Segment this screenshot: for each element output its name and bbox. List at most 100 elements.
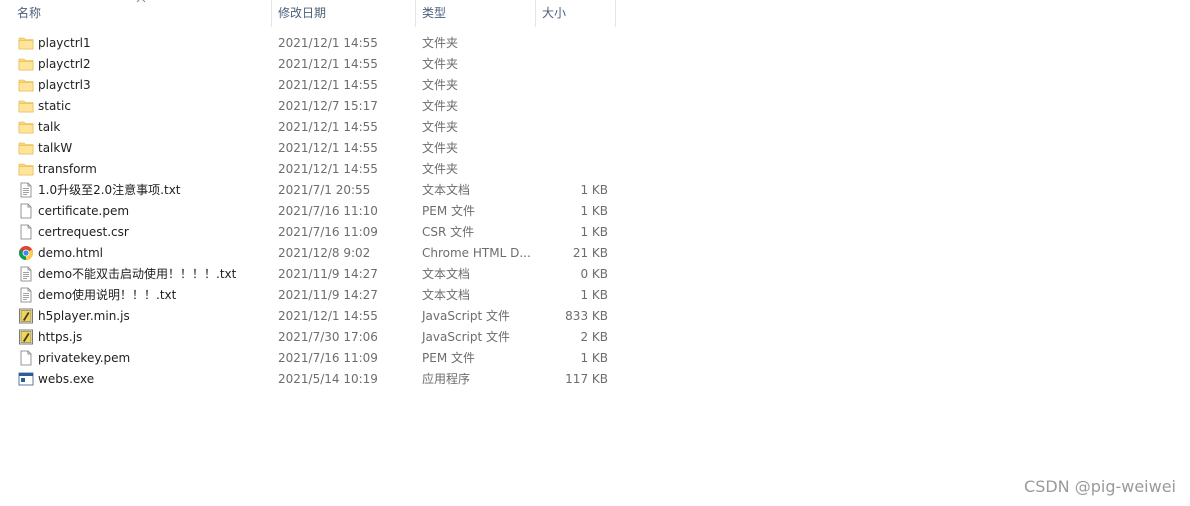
- file-type: 文件夹: [422, 120, 459, 134]
- file-type: JavaScript 文件: [422, 309, 510, 323]
- file-name: talk: [38, 120, 61, 134]
- file-date-modified: 2021/12/7 15:17: [278, 99, 378, 113]
- file-row[interactable]: static 2021/12/7 15:17 文件夹: [0, 96, 616, 117]
- file-size: 1 KB: [580, 351, 608, 365]
- file-name: webs.exe: [38, 372, 95, 386]
- column-header-type[interactable]: 类型: [422, 0, 446, 27]
- file-row[interactable]: playctrl1 2021/12/1 14:55 文件夹: [0, 33, 616, 54]
- file-row[interactable]: webs.exe 2021/5/14 10:19 应用程序 117 KB: [0, 369, 616, 390]
- file-row[interactable]: transform 2021/12/1 14:55 文件夹: [0, 159, 616, 180]
- file-size: 2 KB: [580, 330, 608, 344]
- file-date-modified: 2021/7/1 20:55: [278, 183, 371, 197]
- file-date-modified: 2021/11/9 14:27: [278, 288, 378, 302]
- file-date-modified: 2021/12/1 14:55: [278, 162, 378, 176]
- folder-icon: [18, 35, 34, 51]
- file-size: 21 KB: [572, 246, 608, 260]
- file-size: 1 KB: [580, 183, 608, 197]
- file-row[interactable]: playctrl3 2021/12/1 14:55 文件夹: [0, 75, 616, 96]
- file-date-modified: 2021/11/9 14:27: [278, 267, 378, 281]
- file-date-modified: 2021/12/1 14:55: [278, 36, 378, 50]
- column-divider[interactable]: [415, 0, 416, 27]
- file-row[interactable]: playctrl2 2021/12/1 14:55 文件夹: [0, 54, 616, 75]
- column-divider[interactable]: [271, 0, 272, 27]
- file-size: 1 KB: [580, 204, 608, 218]
- blank-file-icon: [18, 350, 34, 366]
- file-type: JavaScript 文件: [422, 330, 510, 344]
- folder-icon: [18, 161, 34, 177]
- folder-icon: [18, 98, 34, 114]
- file-name: playctrl2: [38, 57, 91, 71]
- text-file-icon: [18, 287, 34, 303]
- file-date-modified: 2021/7/16 11:10: [278, 204, 378, 218]
- file-row[interactable]: https.js 2021/7/30 17:06 JavaScript 文件 2 KB: [0, 327, 616, 348]
- file-type: 文件夹: [422, 141, 459, 155]
- file-size: 1 KB: [580, 288, 608, 302]
- file-date-modified: 2021/12/1 14:55: [278, 141, 378, 155]
- file-row[interactable]: talkW 2021/12/1 14:55 文件夹: [0, 138, 616, 159]
- file-size: 117 KB: [565, 372, 608, 386]
- folder-icon: [18, 56, 34, 72]
- column-header-date[interactable]: 修改日期: [278, 0, 326, 27]
- column-header: 名称 修改日期 类型 大小: [0, 0, 616, 27]
- file-type: 文件夹: [422, 162, 459, 176]
- file-type: Chrome HTML D...: [422, 246, 531, 260]
- file-name: https.js: [38, 330, 83, 344]
- file-type: PEM 文件: [422, 351, 475, 365]
- file-date-modified: 2021/7/30 17:06: [278, 330, 378, 344]
- column-divider[interactable]: [535, 0, 536, 27]
- file-name: demo.html: [38, 246, 103, 260]
- column-header-size[interactable]: 大小: [542, 0, 566, 27]
- folder-icon: [18, 77, 34, 93]
- file-date-modified: 2021/12/1 14:55: [278, 309, 378, 323]
- file-row[interactable]: certrequest.csr 2021/7/16 11:09 CSR 文件 1 KB: [0, 222, 616, 243]
- column-divider[interactable]: [615, 0, 616, 27]
- text-file-icon: [18, 182, 34, 198]
- file-type: 文件夹: [422, 57, 459, 71]
- blank-file-icon: [18, 203, 34, 219]
- file-name: playctrl1: [38, 36, 91, 50]
- watermark: CSDN @pig-weiwei: [1024, 477, 1176, 496]
- file-row[interactable]: 1.0升级至2.0注意事项.txt 2021/7/1 20:55 文本文档 1 KB: [0, 180, 616, 201]
- file-row[interactable]: certificate.pem 2021/7/16 11:10 PEM 文件 1 KB: [0, 201, 616, 222]
- script-file-icon: [18, 308, 34, 324]
- sort-ascending-icon: [136, 0, 146, 3]
- folder-icon: [18, 119, 34, 135]
- file-name: certificate.pem: [38, 204, 130, 218]
- file-type: 文本文档: [422, 183, 471, 197]
- file-date-modified: 2021/12/1 14:55: [278, 120, 378, 134]
- file-row[interactable]: privatekey.pem 2021/7/16 11:09 PEM 文件 1 KB: [0, 348, 616, 369]
- file-date-modified: 2021/5/14 10:19: [278, 372, 378, 386]
- folder-icon: [18, 140, 34, 156]
- application-icon: [18, 371, 34, 387]
- file-type: 文件夹: [422, 36, 459, 50]
- file-name: privatekey.pem: [38, 351, 131, 365]
- file-type: 应用程序: [422, 372, 471, 386]
- file-name: static: [38, 99, 71, 113]
- file-row[interactable]: demo不能双击启动使用！！！！.txt 2021/11/9 14:27 文本文档 0…: [0, 264, 616, 285]
- file-date-modified: 2021/12/1 14:55: [278, 78, 378, 92]
- file-name: 1.0升级至2.0注意事项.txt: [38, 183, 181, 197]
- file-type: 文本文档: [422, 288, 471, 302]
- file-row[interactable]: demo使用说明！！！.txt 2021/11/9 14:27 文本文档 1 KB: [0, 285, 616, 306]
- file-row[interactable]: demo.html 2021/12/8 9:02 Chrome HTML D... 2…: [0, 243, 616, 264]
- file-type: 文件夹: [422, 78, 459, 92]
- file-date-modified: 2021/7/16 11:09: [278, 225, 378, 239]
- file-type: CSR 文件: [422, 225, 475, 239]
- column-header-name[interactable]: 名称: [17, 0, 41, 27]
- file-name: certrequest.csr: [38, 225, 129, 239]
- blank-file-icon: [18, 224, 34, 240]
- file-type: 文件夹: [422, 99, 459, 113]
- file-size: 0 KB: [580, 267, 608, 281]
- file-type: PEM 文件: [422, 204, 475, 218]
- file-row[interactable]: h5player.min.js 2021/12/1 14:55 JavaScript…: [0, 306, 616, 327]
- chrome-icon: [18, 245, 34, 261]
- script-file-icon: [18, 329, 34, 345]
- file-type: 文本文档: [422, 267, 471, 281]
- file-date-modified: 2021/7/16 11:09: [278, 351, 378, 365]
- file-name: h5player.min.js: [38, 309, 130, 323]
- file-date-modified: 2021/12/1 14:55: [278, 57, 378, 71]
- file-name: demo不能双击启动使用！！！！.txt: [38, 267, 237, 281]
- file-row[interactable]: talk 2021/12/1 14:55 文件夹: [0, 117, 616, 138]
- file-name: transform: [38, 162, 97, 176]
- file-size: 833 KB: [565, 309, 608, 323]
